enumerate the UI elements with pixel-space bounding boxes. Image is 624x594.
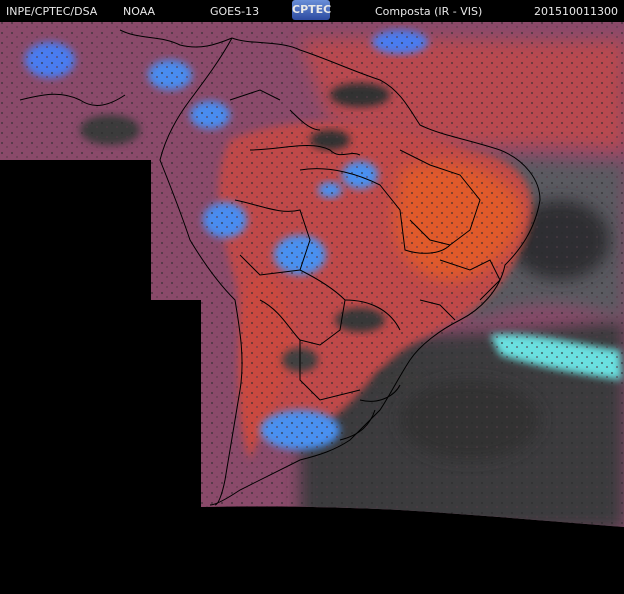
satellite-map xyxy=(0,0,624,594)
source-label: NOAA xyxy=(123,5,156,18)
satellite-label: GOES-13 xyxy=(210,5,260,18)
timestamp-label: 201510011300 xyxy=(534,5,618,18)
image-header: INPE/CPTEC/DSA NOAA GOES-13 CPTEC Compos… xyxy=(0,0,624,22)
product-label: Composta (IR - VIS) xyxy=(375,5,483,18)
cptec-logo: CPTEC xyxy=(292,0,331,20)
agency-label: INPE/CPTEC/DSA xyxy=(6,5,98,18)
